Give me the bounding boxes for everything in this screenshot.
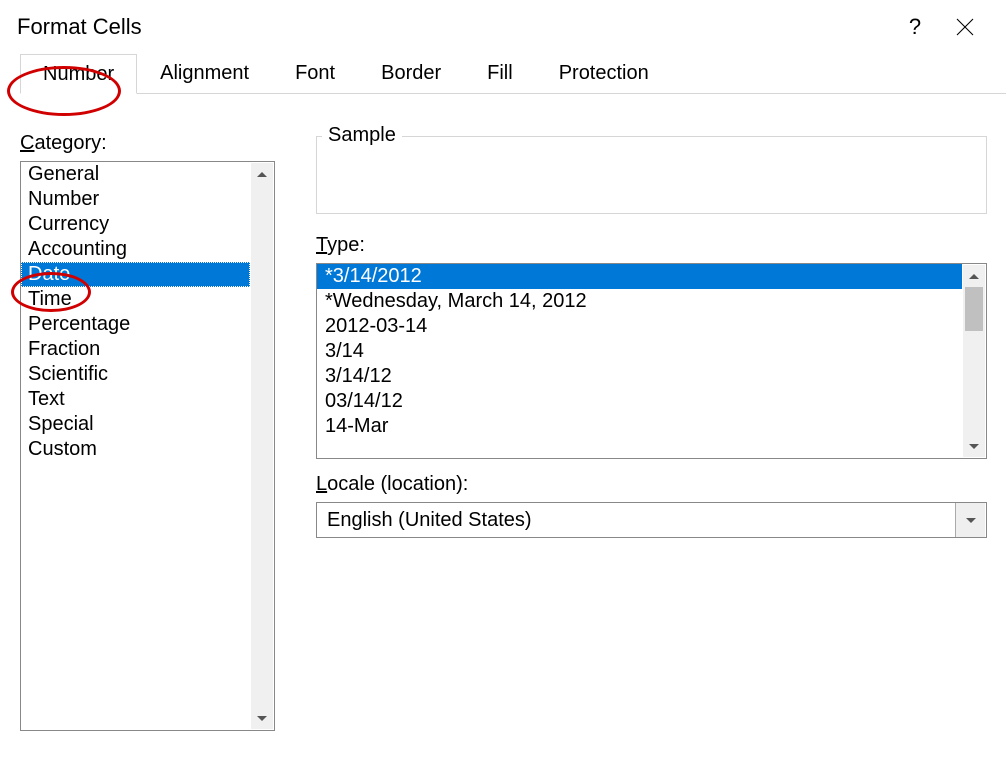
type-item[interactable]: *Wednesday, March 14, 2012	[317, 289, 962, 314]
category-item-text[interactable]: Text	[21, 387, 250, 412]
chevron-down-icon	[966, 518, 976, 523]
scroll-track[interactable]	[251, 185, 273, 707]
scroll-track[interactable]	[963, 287, 985, 435]
scroll-up-button[interactable]	[251, 163, 273, 185]
type-item[interactable]: 2012-03-14	[317, 314, 962, 339]
category-item-custom[interactable]: Custom	[21, 437, 250, 462]
type-label: Type:	[316, 234, 987, 257]
close-icon	[956, 18, 974, 36]
type-listbox[interactable]: *3/14/2012 *Wednesday, March 14, 2012 20…	[316, 263, 987, 459]
locale-label: Locale (location):	[316, 473, 987, 496]
help-button[interactable]: ?	[890, 5, 940, 49]
category-item-currency[interactable]: Currency	[21, 212, 250, 237]
category-scrollbar[interactable]	[251, 163, 273, 729]
close-button[interactable]	[940, 5, 990, 49]
type-scrollbar[interactable]	[963, 265, 985, 457]
type-item[interactable]: 14-Mar	[317, 414, 962, 439]
category-item-number[interactable]: Number	[21, 187, 250, 212]
tab-border[interactable]: Border	[358, 53, 464, 93]
category-item-general[interactable]: General	[21, 162, 250, 187]
tab-number[interactable]: Number	[20, 54, 137, 94]
sample-group: Sample	[316, 136, 987, 214]
category-item-fraction[interactable]: Fraction	[21, 337, 250, 362]
category-item-percentage[interactable]: Percentage	[21, 312, 250, 337]
chevron-down-icon	[969, 444, 979, 449]
tab-fill[interactable]: Fill	[464, 53, 536, 93]
category-item-accounting[interactable]: Accounting	[21, 237, 250, 262]
tab-alignment[interactable]: Alignment	[137, 53, 272, 93]
format-cells-dialog: Format Cells ? Number Alignment Font Bor…	[0, 0, 1006, 771]
category-listbox[interactable]: General Number Currency Accounting Date …	[20, 161, 275, 731]
chevron-down-icon	[257, 716, 267, 721]
tab-protection[interactable]: Protection	[536, 53, 672, 93]
scroll-down-button[interactable]	[251, 707, 273, 729]
chevron-up-icon	[969, 274, 979, 279]
dropdown-button[interactable]	[955, 503, 985, 537]
scroll-thumb[interactable]	[965, 287, 983, 331]
category-label: Category:	[20, 132, 280, 155]
sample-label: Sample	[322, 124, 402, 147]
tab-font[interactable]: Font	[272, 53, 358, 93]
type-item[interactable]: 3/14	[317, 339, 962, 364]
category-item-scientific[interactable]: Scientific	[21, 362, 250, 387]
help-icon: ?	[909, 14, 921, 40]
chevron-up-icon	[257, 172, 267, 177]
sample-box	[316, 136, 987, 214]
type-item[interactable]: 3/14/12	[317, 364, 962, 389]
locale-dropdown[interactable]: English (United States)	[316, 502, 987, 538]
category-item-special[interactable]: Special	[21, 412, 250, 437]
titlebar: Format Cells ?	[1, 0, 1006, 54]
locale-value: English (United States)	[317, 509, 955, 532]
dialog-title: Format Cells	[17, 14, 890, 40]
type-item[interactable]: 03/14/12	[317, 389, 962, 414]
category-item-date[interactable]: Date	[21, 262, 250, 287]
type-item[interactable]: *3/14/2012	[317, 264, 962, 289]
tab-bar: Number Alignment Font Border Fill Protec…	[20, 54, 1006, 94]
scroll-up-button[interactable]	[963, 265, 985, 287]
scroll-down-button[interactable]	[963, 435, 985, 457]
category-item-time[interactable]: Time	[21, 287, 250, 312]
